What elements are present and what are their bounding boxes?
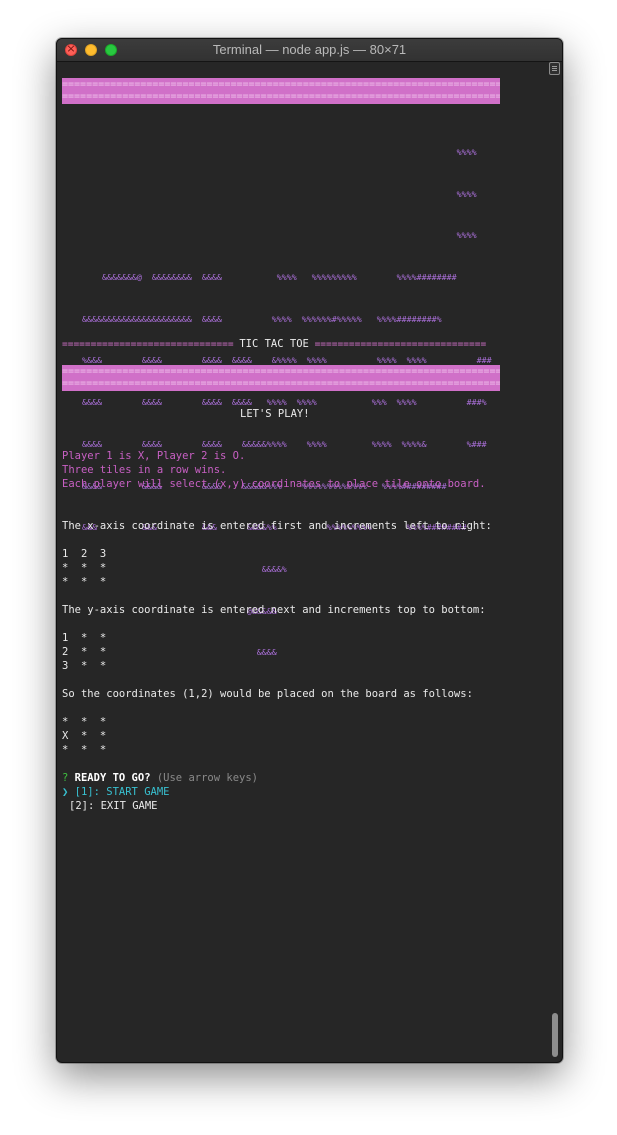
menu-option-start-game[interactable]: ❯ [1]: START GAME [62,785,169,799]
ascii-art-line: &&&&% [62,564,287,574]
ascii-art-line: &&&& [62,647,277,658]
menu-option-label: [2]: EXIT GAME [69,800,158,812]
scrollbar-thumb[interactable] [552,1013,558,1057]
window-title: Terminal — node app.js — 80×71 [212,42,407,57]
divider-left: ============================== [62,339,240,350]
board-row: * * * [62,576,107,588]
rules-line: Player 1 is X, Player 2 is O. [62,450,246,462]
prompt-hint: (Use arrow keys) [156,772,258,784]
menu-option-exit-game[interactable]: [2]: EXIT GAME [69,799,158,813]
lets-play-heading: LET'S PLAY! [240,408,310,420]
ascii-art-line: %%%% [62,188,477,199]
split-pane-icon[interactable] [549,62,560,75]
x-axis-instructions: The x-axis coordinate is entered first a… [62,520,492,532]
board-row: * * * [62,562,107,574]
ready-prompt: ? READY TO GO? (Use arrow keys) [62,771,258,785]
ascii-art-line: %%%% [62,230,477,241]
second-banner: ========================================… [62,365,500,391]
title-bar: Terminal — node app.js — 80×71 [57,39,562,62]
prompt-question: READY TO GO? [74,772,151,784]
banner-line: ========================================… [62,366,500,377]
board-row: 1 2 3 [62,548,107,560]
terminal-window: Terminal — node app.js — 80×71 =========… [56,38,563,1063]
ascii-art-line: %%%% [62,146,477,157]
prompt-mark: ? [62,772,69,784]
title-divider: ============================== TIC TAC T… [62,337,500,352]
game-title: TIC TAC TOE [239,338,309,350]
ascii-art-line: &&&&&&&@ &&&&&&&& &&&& %%%% %%%%%%%%% %%… [62,271,457,282]
board-row: 2 * * [62,646,107,658]
y-axis-instructions: The y-axis coordinate is entered next an… [62,604,486,616]
board-row: * * * [62,744,107,756]
board-row: 3 * * [62,660,107,672]
selection-pointer-icon: ❯ [62,786,69,798]
rules-line: Each player will select (x,y) coordinate… [62,478,486,490]
banner-line: ========================================… [62,378,500,389]
banner-line: ========================================… [62,79,500,90]
example-instructions: So the coordinates (1,2) would be placed… [62,688,473,700]
board-row: * * * [62,716,107,728]
banner-line: ========================================… [62,91,500,102]
menu-option-label: [1]: START GAME [74,786,170,798]
ascii-art-line: &&&&&&&&&&&&&&&&&&&&&& &&&& %%%% %%%%%%#… [62,313,442,324]
divider-right: ============================== [308,339,487,350]
board-row: X * * [62,730,107,742]
board-row: 1 * * [62,632,107,644]
rules-line: Three tiles in a row wins. [62,464,227,476]
top-banner: ========================================… [62,78,500,104]
